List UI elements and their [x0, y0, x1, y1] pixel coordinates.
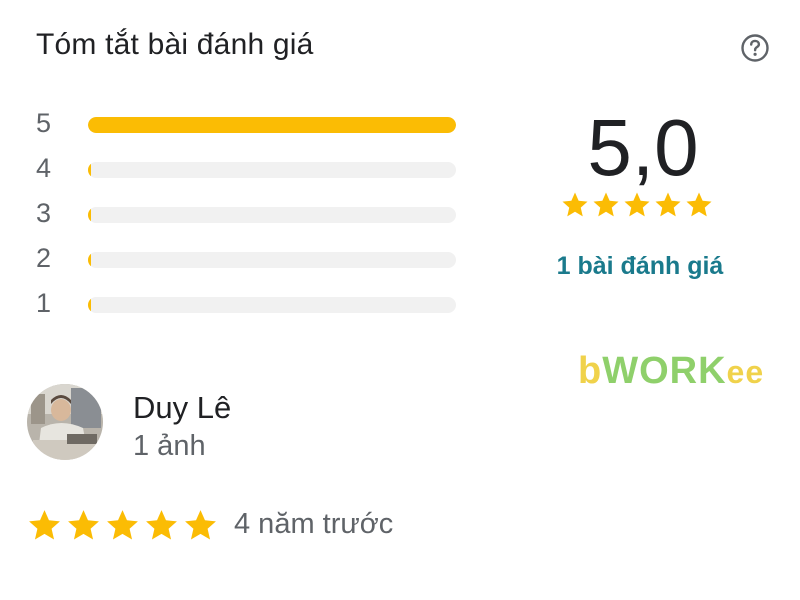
star-icon: [146, 510, 177, 540]
reviewer-name[interactable]: Duy Lê: [133, 390, 231, 426]
star-icon: [29, 510, 60, 540]
rating-row-label: 2: [36, 243, 52, 273]
star-icon: [562, 192, 588, 217]
rating-row-5[interactable]: 5: [36, 104, 466, 149]
star-icon: [655, 192, 681, 217]
help-circle-icon[interactable]: [739, 32, 771, 64]
average-rating: 5,0: [587, 103, 699, 192]
review-stars: [26, 507, 219, 544]
star-icon: [686, 192, 712, 217]
rating-row-1[interactable]: 1: [36, 284, 466, 329]
avatar[interactable]: [27, 384, 103, 460]
star-icon: [624, 192, 650, 217]
rating-bar-track: [88, 162, 456, 178]
rating-distribution: 5 4 3 2 1: [36, 104, 466, 329]
rating-bar-track: [88, 252, 456, 268]
rating-bar-track: [88, 297, 456, 313]
star-icon: [185, 510, 216, 540]
bworkee-watermark-logo: bWORKee: [578, 350, 765, 392]
rating-bar-fill: [88, 162, 91, 178]
rating-row-2[interactable]: 2: [36, 239, 466, 284]
review-time: 4 năm trước: [234, 508, 394, 540]
reviewer-photo-count: 1 ảnh: [133, 430, 206, 462]
average-stars: [560, 190, 714, 220]
rating-row-4[interactable]: 4: [36, 149, 466, 194]
star-icon: [107, 510, 138, 540]
rating-row-label: 4: [36, 153, 52, 183]
rating-bar-track: [88, 207, 456, 223]
star-icon: [593, 192, 619, 217]
review-count-link[interactable]: 1 bài đánh giá: [540, 252, 740, 281]
rating-row-label: 3: [36, 198, 52, 228]
rating-row-3[interactable]: 3: [36, 194, 466, 239]
rating-row-label: 1: [36, 288, 52, 318]
rating-bar-fill: [88, 252, 91, 268]
rating-bar-track: [88, 117, 456, 133]
review-summary-panel: Tóm tắt bài đánh giá 5 4 3 2 1 5,0 1 bài…: [0, 0, 800, 600]
rating-bar-fill: [88, 207, 91, 223]
rating-bar-fill: [88, 297, 91, 313]
summary-title: Tóm tắt bài đánh giá: [36, 28, 314, 61]
rating-bar-fill: [88, 117, 456, 133]
rating-row-label: 5: [36, 108, 52, 138]
star-icon: [68, 510, 99, 540]
